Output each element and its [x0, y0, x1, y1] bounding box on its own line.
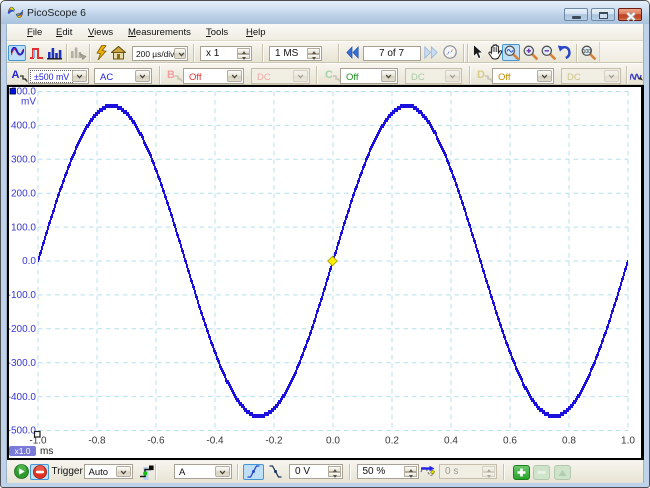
svg-text:ms: ms	[40, 446, 53, 457]
svg-text:mV: mV	[21, 97, 36, 108]
svg-text:0.8: 0.8	[562, 436, 576, 447]
svg-text:-0.8: -0.8	[88, 436, 106, 447]
svg-text:-200.0: -200.0	[9, 324, 36, 335]
svg-text:100: 100	[583, 49, 592, 55]
svg-text:-300.0: -300.0	[9, 358, 36, 369]
svg-text:200.0: 200.0	[11, 188, 36, 199]
svg-text:x1.0: x1.0	[14, 446, 30, 456]
svg-text:1.0: 1.0	[621, 436, 635, 447]
svg-text:400.0: 400.0	[11, 121, 36, 132]
svg-text:-400.0: -400.0	[9, 392, 36, 403]
svg-text:-0.4: -0.4	[206, 436, 224, 447]
svg-text:0.0: 0.0	[326, 436, 340, 447]
svg-text:100.0: 100.0	[11, 222, 36, 233]
svg-text:0.0: 0.0	[22, 256, 36, 267]
svg-text:0.2: 0.2	[385, 436, 399, 447]
svg-text:-0.2: -0.2	[265, 436, 283, 447]
svg-text:0.4: 0.4	[444, 436, 458, 447]
svg-text:0.6: 0.6	[503, 436, 517, 447]
svg-text:-0.6: -0.6	[147, 436, 165, 447]
svg-text:-100.0: -100.0	[9, 290, 36, 301]
svg-text:300.0: 300.0	[11, 155, 36, 166]
